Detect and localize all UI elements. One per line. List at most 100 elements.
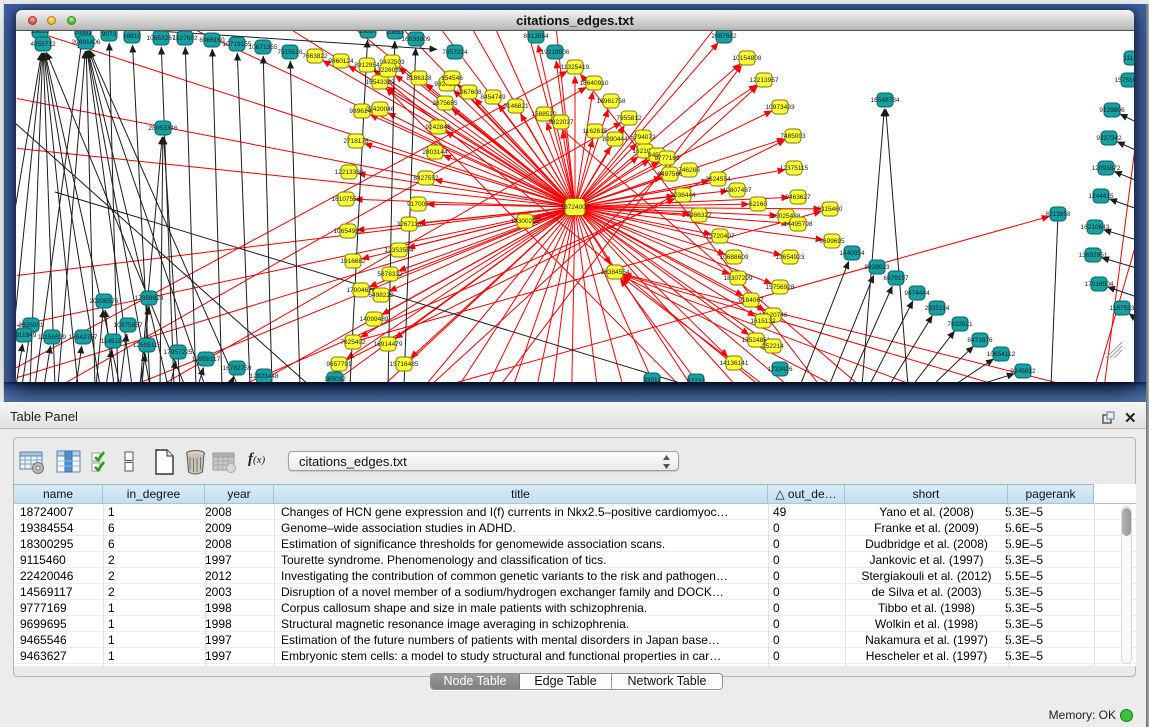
svg-text:8186328: 8186328 <box>406 75 432 82</box>
svg-text:11325419: 11325419 <box>561 64 590 71</box>
svg-text:20691406: 20691406 <box>72 39 101 46</box>
svg-text:3911949: 3911949 <box>16 332 37 339</box>
svg-text:9699695: 9699695 <box>819 238 845 245</box>
svg-text:16782759: 16782759 <box>223 365 252 372</box>
svg-text:1916682: 1916682 <box>340 258 366 265</box>
svg-text:917006: 917006 <box>407 201 429 208</box>
svg-text:19837: 19837 <box>359 31 377 35</box>
svg-text:15756928: 15756928 <box>766 284 795 291</box>
svg-text:17359928: 17359928 <box>135 295 164 302</box>
svg-text:10654983: 10654983 <box>334 228 363 235</box>
svg-text:12923448: 12923448 <box>250 373 279 380</box>
svg-text:9146821: 9146821 <box>503 103 529 110</box>
svg-text:8427552: 8427552 <box>413 175 439 182</box>
svg-text:19855: 19855 <box>31 31 49 35</box>
svg-text:12093872: 12093872 <box>1092 165 1121 172</box>
svg-text:9129906: 9129906 <box>1099 107 1125 114</box>
svg-text:12213957: 12213957 <box>750 77 779 84</box>
svg-text:10671355: 10671355 <box>249 44 278 51</box>
svg-text:6794072: 6794072 <box>630 134 656 141</box>
svg-text:16543382: 16543382 <box>366 79 395 86</box>
svg-text:16810: 16810 <box>123 33 141 40</box>
svg-text:17016504: 17016504 <box>1085 281 1114 288</box>
svg-text:8322037: 8322037 <box>548 119 574 126</box>
svg-text:8938923: 8938923 <box>864 264 890 271</box>
svg-text:12353594: 12353594 <box>385 247 414 254</box>
svg-text:7632621: 7632621 <box>947 321 973 328</box>
svg-text:15720407: 15720407 <box>706 233 735 240</box>
svg-text:12213383: 12213383 <box>335 169 364 176</box>
svg-text:8213958: 8213958 <box>1045 211 1071 218</box>
svg-text:1167533: 1167533 <box>1110 305 1134 312</box>
svg-text:12505115: 12505115 <box>133 342 162 349</box>
svg-text:6879197: 6879197 <box>883 275 909 282</box>
svg-text:2867608: 2867608 <box>456 89 482 96</box>
svg-text:165032: 165032 <box>324 376 346 382</box>
svg-text:1615132: 1615132 <box>750 318 776 325</box>
svg-text:9115460: 9115460 <box>818 206 843 213</box>
svg-text:16107553: 16107553 <box>332 196 361 203</box>
svg-text:10973493: 10973493 <box>766 104 795 111</box>
svg-text:9245012: 9245012 <box>1010 368 1036 375</box>
svg-text:5878332: 5878332 <box>377 271 403 278</box>
svg-text:6966160: 6966160 <box>199 37 225 44</box>
svg-text:154546: 154546 <box>441 75 463 82</box>
svg-text:19218506: 19218506 <box>541 49 570 56</box>
svg-text:9227342: 9227342 <box>1096 135 1122 142</box>
svg-text:16961758: 16961758 <box>597 98 626 105</box>
svg-text:14099489: 14099489 <box>360 316 389 323</box>
svg-text:16033809: 16033809 <box>402 36 431 43</box>
svg-text:10975857: 10975857 <box>114 322 143 329</box>
svg-text:28053346: 28053346 <box>149 125 178 132</box>
svg-text:10654112: 10654112 <box>987 351 1016 358</box>
svg-text:12375115: 12375115 <box>780 165 809 172</box>
svg-text:9860124: 9860124 <box>328 58 354 65</box>
svg-text:9073: 9073 <box>102 31 117 38</box>
svg-text:252214: 252214 <box>762 343 784 350</box>
svg-text:87233: 87233 <box>687 378 705 382</box>
svg-text:9242848: 9242848 <box>425 124 451 131</box>
svg-text:7485003: 7485003 <box>780 133 806 140</box>
svg-text:13692951: 13692951 <box>1079 252 1108 259</box>
svg-text:1733426: 1733426 <box>767 366 793 373</box>
svg-text:2935114: 2935114 <box>925 305 950 312</box>
svg-text:1440954: 1440954 <box>839 250 865 257</box>
svg-text:2087682: 2087682 <box>711 33 737 40</box>
svg-text:16914479: 16914479 <box>374 341 403 348</box>
svg-text:746266: 746266 <box>678 167 700 174</box>
svg-text:5498222: 5498222 <box>368 292 394 299</box>
svg-text:1162615: 1162615 <box>583 128 608 135</box>
svg-text:7986322: 7986322 <box>686 212 712 219</box>
svg-text:13226058: 13226058 <box>374 67 403 74</box>
svg-text:11121: 11121 <box>1123 55 1134 62</box>
svg-text:8990444: 8990444 <box>602 136 628 143</box>
svg-text:12942757: 12942757 <box>69 334 98 341</box>
svg-text:13654923: 13654923 <box>776 254 805 261</box>
svg-text:15716485: 15716485 <box>390 361 419 368</box>
svg-text:10807487: 10807487 <box>723 187 752 194</box>
svg-text:22420046: 22420046 <box>366 106 395 113</box>
svg-text:1145194: 1145194 <box>101 338 126 345</box>
svg-text:19384554: 19384554 <box>601 269 630 276</box>
svg-text:4055712: 4055712 <box>30 41 56 48</box>
svg-text:11156829: 11156829 <box>38 334 66 341</box>
svg-text:9777169: 9777169 <box>654 155 680 162</box>
svg-text:3624554: 3624554 <box>705 176 731 183</box>
svg-text:9474444: 9474444 <box>904 290 930 297</box>
svg-text:8813054: 8813054 <box>523 33 549 40</box>
svg-text:10958117: 10958117 <box>192 356 221 363</box>
svg-text:16210643: 16210643 <box>1081 224 1110 231</box>
svg-text:18640910: 18640910 <box>580 80 609 87</box>
svg-text:20206576: 20206576 <box>90 298 119 305</box>
svg-text:17957225: 17957225 <box>164 349 193 356</box>
svg-text:15751074: 15751074 <box>1115 77 1134 84</box>
svg-text:2803144: 2803144 <box>422 149 448 156</box>
svg-text:3267110: 3267110 <box>397 221 422 228</box>
svg-text:2036444: 2036444 <box>670 192 696 199</box>
svg-text:62160: 62160 <box>749 201 767 208</box>
svg-text:7515526: 7515526 <box>277 49 303 56</box>
svg-text:18724007: 18724007 <box>561 204 590 211</box>
svg-text:7857224: 7857224 <box>442 49 468 56</box>
svg-text:10154808: 10154808 <box>733 55 762 62</box>
svg-text:8454749: 8454749 <box>480 94 506 101</box>
